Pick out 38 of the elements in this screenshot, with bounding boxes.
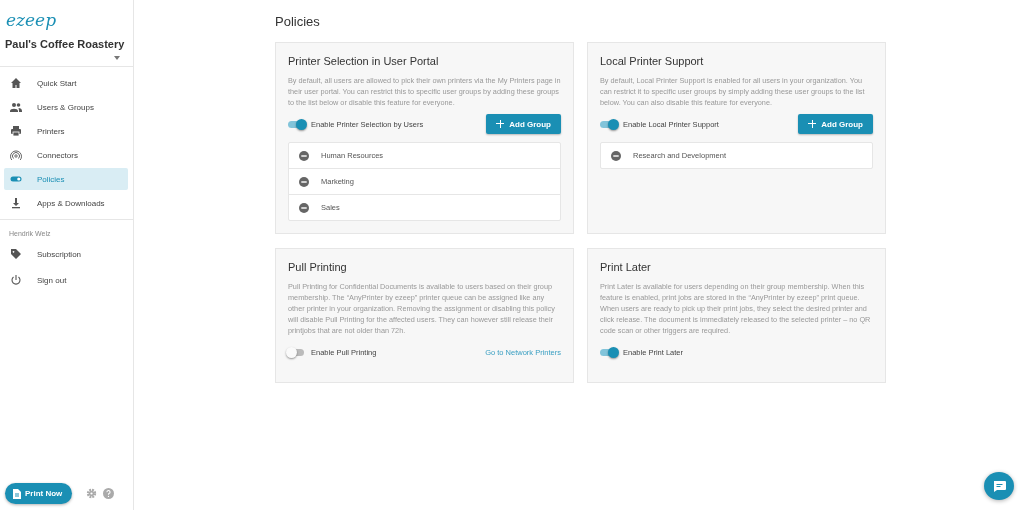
logo: ezeep: [5, 10, 57, 30]
card-title: Local Printer Support: [600, 55, 705, 67]
nav-item[interactable]: Printers: [4, 120, 128, 142]
chat-icon: [992, 480, 1006, 492]
nav-item[interactable]: Sign out: [4, 269, 128, 291]
home-icon: [10, 77, 22, 89]
remove-icon[interactable]: [299, 150, 309, 161]
caret-icon[interactable]: [114, 56, 120, 60]
settings-icon[interactable]: [86, 488, 98, 499]
toggle-switch[interactable]: [600, 120, 616, 128]
card-title: Print Later: [600, 261, 652, 273]
download-icon: [10, 197, 22, 209]
nav-item[interactable]: Quick Start: [4, 72, 128, 94]
card-title: Pull Printing: [288, 261, 348, 273]
nav-item[interactable]: Users & Groups: [4, 96, 128, 118]
add-group-button[interactable]: Add Group: [486, 114, 561, 134]
chat-button[interactable]: [984, 472, 1014, 500]
remove-icon[interactable]: [299, 202, 309, 213]
organization-name: Paul's Coffee Roastery: [4, 37, 125, 50]
nav-item[interactable]: Apps & Downloads: [4, 192, 128, 214]
help-icon[interactable]: [103, 488, 115, 499]
toggle-switch[interactable]: [600, 348, 616, 356]
power-icon: [10, 274, 22, 286]
card-title: Printer Selection in User Portal: [288, 55, 440, 67]
print-now-button[interactable]: Print Now: [5, 483, 73, 504]
people-icon: [10, 101, 22, 113]
nav-item[interactable]: Connectors: [4, 144, 128, 166]
nav-item[interactable]: Subscription: [4, 243, 128, 265]
tag-icon: [10, 248, 22, 260]
document-icon: [13, 488, 21, 499]
remove-icon[interactable]: [611, 150, 621, 161]
toggle-switch[interactable]: [288, 348, 304, 356]
printer-icon: [10, 125, 22, 137]
add-group-button[interactable]: Add Group: [798, 114, 873, 134]
signal-icon: [10, 149, 22, 161]
page-title: Policies: [275, 14, 320, 29]
remove-icon[interactable]: [299, 176, 309, 187]
toggle-switch[interactable]: [288, 120, 304, 128]
